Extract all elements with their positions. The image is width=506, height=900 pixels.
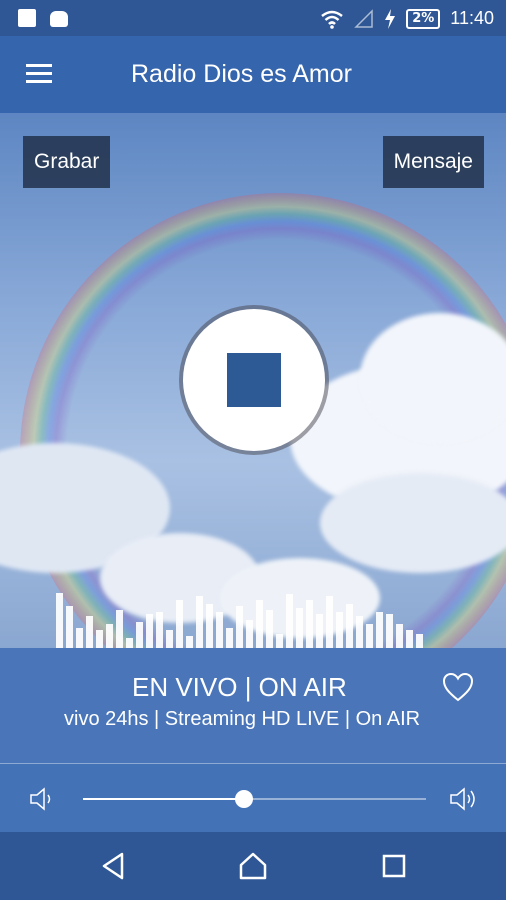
visualizer-bar bbox=[366, 624, 373, 648]
visualizer-bar bbox=[156, 612, 163, 648]
visualizer-bar bbox=[176, 600, 183, 648]
android-icon bbox=[50, 11, 68, 27]
wifi-icon bbox=[321, 10, 343, 29]
heart-icon[interactable] bbox=[442, 672, 474, 702]
message-button[interactable]: Mensaje bbox=[382, 136, 484, 188]
record-button[interactable]: Grabar bbox=[23, 136, 111, 188]
visualizer-bar bbox=[116, 610, 123, 648]
menu-icon[interactable] bbox=[26, 64, 52, 84]
visualizer-bar bbox=[296, 608, 303, 648]
volume-high-icon[interactable] bbox=[448, 786, 478, 812]
now-playing-panel: EN VIVO | ON AIR vivo 24hs | Streaming H… bbox=[0, 648, 506, 763]
visualizer-bar bbox=[396, 624, 403, 648]
visualizer-bar bbox=[56, 593, 63, 648]
notification-icon bbox=[18, 9, 36, 27]
signal-icon bbox=[354, 8, 373, 28]
visualizer-bar bbox=[136, 622, 143, 648]
visualizer-bar bbox=[376, 612, 383, 648]
visualizer-bar bbox=[336, 612, 343, 648]
navigation-bar bbox=[0, 832, 506, 900]
visualizer-bar bbox=[166, 630, 173, 648]
visualizer-bar bbox=[406, 630, 413, 648]
visualizer-bar bbox=[96, 630, 103, 648]
visualizer-bar bbox=[146, 614, 153, 648]
on-air-label: EN VIVO | ON AIR bbox=[132, 672, 347, 702]
visualizer-bar bbox=[356, 616, 363, 648]
volume-low-icon[interactable] bbox=[28, 786, 58, 812]
status-bar: 2% 11:40 bbox=[0, 0, 506, 36]
visualizer-bar bbox=[416, 634, 423, 648]
stop-button[interactable] bbox=[183, 309, 325, 451]
volume-thumb[interactable] bbox=[235, 790, 254, 808]
visualizer-bar bbox=[76, 628, 83, 648]
charging-icon bbox=[385, 8, 396, 29]
visualizer-bar bbox=[386, 614, 393, 648]
visualizer-bar bbox=[216, 612, 223, 648]
visualizer-bar bbox=[256, 600, 263, 648]
volume-slider[interactable] bbox=[83, 790, 426, 808]
visualizer-bar bbox=[286, 594, 293, 648]
app-title: Radio Dios es Amor bbox=[131, 60, 352, 88]
visualizer-bar bbox=[236, 606, 243, 648]
battery-level: 2% bbox=[406, 8, 441, 29]
volume-fill bbox=[83, 798, 245, 800]
home-icon[interactable] bbox=[237, 850, 269, 882]
visualizer-bar bbox=[126, 638, 133, 648]
app-bar: Radio Dios es Amor bbox=[0, 36, 506, 113]
stop-icon bbox=[227, 353, 281, 407]
visualizer-bar bbox=[206, 604, 213, 648]
recents-icon[interactable] bbox=[378, 850, 410, 882]
visualizer-bar bbox=[66, 606, 73, 648]
audio-visualizer bbox=[56, 593, 423, 648]
visualizer-bar bbox=[306, 600, 313, 648]
visualizer-bar bbox=[246, 620, 253, 648]
back-icon[interactable] bbox=[98, 850, 130, 882]
visualizer-bar bbox=[266, 610, 273, 648]
visualizer-bar bbox=[276, 634, 283, 648]
visualizer-bar bbox=[186, 636, 193, 648]
clock: 11:40 bbox=[450, 8, 494, 28]
visualizer-bar bbox=[346, 604, 353, 648]
visualizer-bar bbox=[226, 628, 233, 648]
visualizer-bar bbox=[106, 624, 113, 648]
player-artwork: Grabar Mensaje bbox=[0, 113, 506, 648]
volume-bar bbox=[0, 763, 506, 833]
ticker-text: vivo 24hs | Streaming HD LIVE | On AIR bbox=[64, 708, 421, 730]
visualizer-bar bbox=[86, 616, 93, 648]
visualizer-bar bbox=[196, 596, 203, 648]
visualizer-bar bbox=[316, 614, 323, 648]
visualizer-bar bbox=[326, 596, 333, 648]
